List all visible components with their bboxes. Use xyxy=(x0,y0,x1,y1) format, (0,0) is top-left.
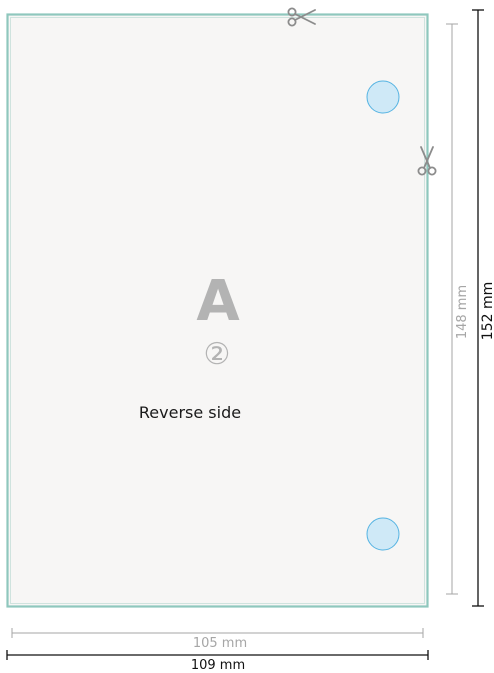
side-number: ② xyxy=(204,337,231,372)
print-layout-diagram: A ② Reverse side 105 mm 109 mm 148 mm 15… xyxy=(6,7,494,673)
inner-height-label: 148 mm xyxy=(455,285,470,339)
side-label: Reverse side xyxy=(139,403,241,422)
punch-hole-top xyxy=(366,80,400,114)
inner-width-label: 105 mm xyxy=(193,636,247,651)
side-letter: A xyxy=(196,269,240,334)
outer-height-label: 152 mm xyxy=(480,282,494,340)
outer-width-label: 109 mm xyxy=(191,658,245,673)
punch-hole-bottom xyxy=(366,517,400,551)
